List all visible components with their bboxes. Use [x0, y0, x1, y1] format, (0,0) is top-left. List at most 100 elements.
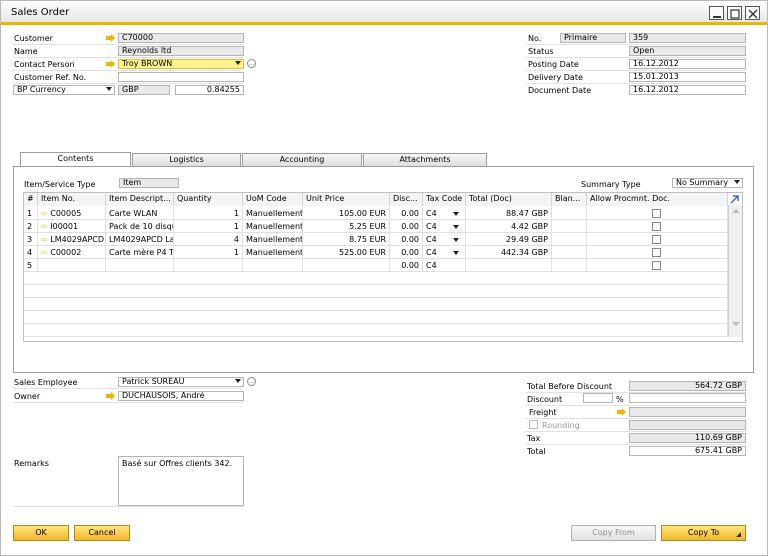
item-no-cell[interactable]: ⇨ LM4029APCD: [38, 233, 106, 246]
item-no-cell[interactable]: ⇨ C00005: [38, 207, 106, 220]
item-description-cell[interactable]: Carte mère P4 Tu: [106, 246, 174, 259]
tax-code-cell[interactable]: C4: [423, 259, 466, 272]
doc-number-field[interactable]: 359: [629, 33, 746, 43]
total-doc-cell[interactable]: 442.34 GBP: [466, 246, 552, 259]
uom-code-cell[interactable]: [243, 259, 303, 272]
uom-code-cell[interactable]: Manuellement: [243, 220, 303, 233]
quantity-cell[interactable]: 1: [174, 220, 243, 233]
unit-price-cell[interactable]: 5.25 EUR: [303, 220, 390, 233]
tax-code-cell[interactable]: C4: [423, 207, 466, 220]
item-description-cell[interactable]: [106, 259, 174, 272]
allow-procurement-checkbox[interactable]: [652, 209, 661, 218]
item-description-cell[interactable]: Carte WLAN: [106, 207, 174, 220]
link-arrow-icon[interactable]: [106, 34, 116, 42]
total-doc-cell[interactable]: 88.47 GBP: [466, 207, 552, 220]
bp-currency-select[interactable]: BP Currency: [13, 85, 115, 95]
quantity-cell[interactable]: 1: [174, 207, 243, 220]
uom-code-cell[interactable]: Manuellement: [243, 207, 303, 220]
col-header-blanket[interactable]: Blan...: [552, 193, 587, 206]
remarks-textarea[interactable]: Basé sur Offres clients 342.: [118, 456, 244, 506]
discount-cell[interactable]: 0.00: [390, 220, 423, 233]
col-header-item-no[interactable]: Item No.: [38, 193, 106, 206]
tab-contents[interactable]: Contents: [20, 152, 131, 167]
discount-amount-input[interactable]: [629, 393, 746, 403]
col-header-uom-code[interactable]: UoM Code: [243, 193, 303, 206]
owner-input[interactable]: DUCHAUSOIS, André: [118, 391, 244, 401]
col-header-total-doc[interactable]: Total (Doc): [466, 193, 552, 206]
item-no-cell[interactable]: [38, 259, 106, 272]
rounding-checkbox[interactable]: [529, 420, 538, 429]
maximize-button[interactable]: [727, 6, 742, 20]
document-date-input[interactable]: 16.12.2012: [629, 85, 746, 95]
tab-accounting[interactable]: Accounting: [242, 153, 362, 167]
total-doc-cell[interactable]: 4.42 GBP: [466, 220, 552, 233]
series-select[interactable]: Primaire: [560, 33, 626, 43]
freight-field[interactable]: [629, 407, 746, 417]
link-arrow-icon[interactable]: [106, 392, 116, 400]
col-header-unit-price[interactable]: Unit Price: [303, 193, 390, 206]
info-circle-icon[interactable]: …: [247, 59, 256, 68]
vertical-scrollbar[interactable]: [728, 205, 742, 337]
total-doc-cell[interactable]: [466, 259, 552, 272]
col-header-number[interactable]: #: [24, 193, 38, 206]
item-description-cell[interactable]: LM4029APCD Las: [106, 233, 174, 246]
scroll-down-icon[interactable]: [732, 321, 740, 327]
tax-code-cell[interactable]: C4: [423, 233, 466, 246]
blanket-cell[interactable]: [552, 246, 587, 259]
close-button[interactable]: [745, 6, 760, 20]
discount-cell[interactable]: 0.00: [390, 233, 423, 246]
discount-cell[interactable]: 0.00: [390, 207, 423, 220]
col-header-allow-procurement[interactable]: Allow Procmnt. Doc.: [587, 193, 728, 206]
col-header-tax-code[interactable]: Tax Code: [423, 193, 466, 206]
total-doc-cell[interactable]: 29.49 GBP: [466, 233, 552, 246]
discount-cell[interactable]: 0.00: [390, 246, 423, 259]
tax-code-cell[interactable]: C4: [423, 220, 466, 233]
blanket-cell[interactable]: [552, 220, 587, 233]
allow-procurement-checkbox[interactable]: [652, 248, 661, 257]
expand-arrow-icon[interactable]: [729, 194, 740, 205]
unit-price-cell[interactable]: 105.00 EUR: [303, 207, 390, 220]
copy-to-button[interactable]: Copy To: [661, 525, 746, 541]
item-description-cell[interactable]: Pack de 10 disqu: [106, 220, 174, 233]
blanket-cell[interactable]: [552, 207, 587, 220]
col-header-item-description[interactable]: Item Descript...: [106, 193, 174, 206]
ok-button[interactable]: OK: [13, 525, 69, 541]
quantity-cell[interactable]: [174, 259, 243, 272]
customer-field[interactable]: C70000: [118, 33, 244, 43]
blanket-cell[interactable]: [552, 259, 587, 272]
col-header-discount[interactable]: Disc...: [390, 193, 423, 206]
posting-date-input[interactable]: 16.12.2012: [629, 59, 746, 69]
currency-code-field[interactable]: GBP: [118, 85, 170, 95]
summary-type-select[interactable]: No Summary: [672, 178, 743, 188]
item-type-select[interactable]: Item: [119, 178, 179, 188]
customer-ref-input[interactable]: [118, 72, 244, 82]
discount-cell[interactable]: 0.00: [390, 259, 423, 272]
item-no-cell[interactable]: ⇨ I00001: [38, 220, 106, 233]
tab-attachments[interactable]: Attachments: [363, 153, 487, 167]
discount-percent-input[interactable]: [583, 393, 613, 403]
scroll-up-icon[interactable]: [732, 208, 740, 214]
minimize-button[interactable]: [709, 6, 724, 20]
info-circle-icon[interactable]: …: [247, 377, 256, 386]
uom-code-cell[interactable]: Manuellement: [243, 246, 303, 259]
tax-code-cell[interactable]: C4: [423, 246, 466, 259]
cancel-button[interactable]: Cancel: [74, 525, 130, 541]
unit-price-cell[interactable]: 525.00 EUR: [303, 246, 390, 259]
quantity-cell[interactable]: 1: [174, 246, 243, 259]
link-arrow-icon[interactable]: [617, 408, 627, 416]
blanket-cell[interactable]: [552, 233, 587, 246]
uom-code-cell[interactable]: Manuellement: [243, 233, 303, 246]
sales-employee-select[interactable]: Patrick SUREAU: [118, 377, 244, 387]
allow-procurement-checkbox[interactable]: [652, 235, 661, 244]
allow-procurement-checkbox[interactable]: [652, 261, 661, 270]
unit-price-cell[interactable]: [303, 259, 390, 272]
allow-procurement-checkbox[interactable]: [652, 222, 661, 231]
name-field[interactable]: Reynolds ltd: [118, 46, 244, 56]
unit-price-cell[interactable]: 8.75 EUR: [303, 233, 390, 246]
tab-logistics[interactable]: Logistics: [132, 153, 241, 167]
contact-person-select[interactable]: Troy BROWN: [118, 59, 244, 69]
col-header-quantity[interactable]: Quantity: [174, 193, 243, 206]
copy-from-button[interactable]: Copy From: [571, 525, 656, 541]
item-no-cell[interactable]: ⇨ C00002: [38, 246, 106, 259]
quantity-cell[interactable]: 4: [174, 233, 243, 246]
